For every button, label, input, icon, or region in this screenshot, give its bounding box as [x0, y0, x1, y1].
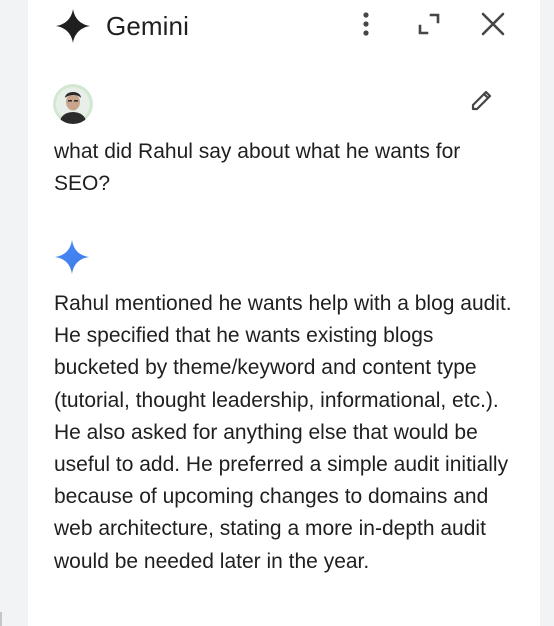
- expand-panel-button[interactable]: [411, 8, 447, 44]
- pencil-icon: [469, 87, 495, 118]
- edit-prompt-button[interactable]: [464, 84, 500, 120]
- gemini-sparkle-icon: [55, 8, 91, 44]
- gemini-side-panel: Gemini what did Rahul say about what he …: [28, 0, 540, 626]
- close-icon: [480, 11, 506, 42]
- expand-icon: [415, 10, 443, 43]
- page-edge-divider: [0, 612, 2, 626]
- user-query-text: what did Rahul say about what he wants f…: [54, 140, 461, 195]
- user-message-header: [28, 82, 540, 126]
- user-avatar: [53, 84, 93, 124]
- panel-title: Gemini: [106, 11, 189, 41]
- close-panel-button[interactable]: [475, 8, 511, 44]
- gemini-response-icon: [53, 238, 91, 276]
- more-options-button[interactable]: [348, 8, 384, 44]
- more-vert-icon: [354, 10, 378, 43]
- panel-header: Gemini: [28, 0, 540, 56]
- gemini-response-text: Rahul mentioned he wants help with a blo…: [54, 292, 512, 573]
